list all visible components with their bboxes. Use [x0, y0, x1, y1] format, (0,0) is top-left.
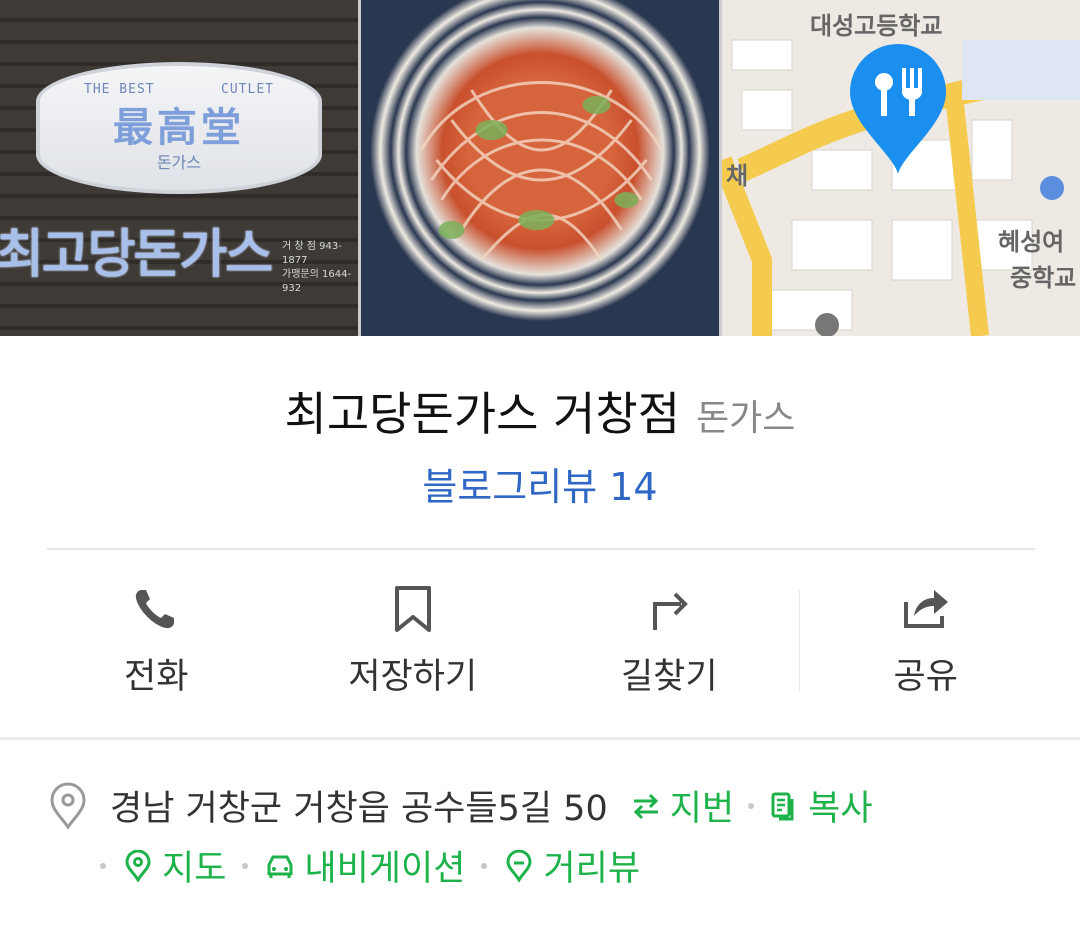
call-button[interactable]: 전화: [28, 582, 285, 702]
noodle-illustration: [420, 81, 663, 261]
place-title-row: 최고당돈가스 거창점 돈가스: [0, 378, 1080, 444]
map-label-school2a: 혜성여: [998, 228, 1065, 256]
streetview-icon: [506, 849, 532, 882]
food-photo[interactable]: [361, 0, 719, 336]
restaurant-pin-icon[interactable]: [848, 44, 948, 176]
streetview-label: 거리뷰: [543, 849, 641, 889]
map-label-partial: 채: [726, 162, 749, 190]
sign-phone-text: 거 창 점 943-1877 가맹문의 1644-932: [282, 240, 358, 296]
copy-label: 복사: [808, 789, 873, 829]
phone-icon: [136, 590, 175, 629]
address-row: 경남 거창군 거창읍 공수들5길 50 지번 복사: [48, 780, 873, 831]
address-links-row: 지도 내비게이션 거리뷰: [100, 840, 640, 891]
copy-icon: [771, 792, 794, 820]
sign-name-text: 최고당돈가스: [0, 225, 273, 285]
sign-sub-text: 돈가스: [156, 153, 202, 172]
directions-label: 길찾기: [620, 657, 718, 697]
share-button[interactable]: 공유: [798, 582, 1055, 702]
map-button[interactable]: 지도: [122, 840, 226, 891]
jibun-button[interactable]: 지번: [630, 780, 734, 831]
store-photo[interactable]: THE BEST CUTLET 最高堂 돈가스 최고당돈가스 거 창 점 943…: [0, 0, 358, 336]
separator-dot: [481, 862, 488, 869]
section-divider: [0, 737, 1080, 740]
separator-dot: [100, 862, 106, 869]
store-sign-board: THE BEST CUTLET 最高堂 돈가스: [36, 62, 322, 194]
save-label: 저장하기: [348, 657, 478, 697]
jibun-label: 지번: [669, 789, 735, 829]
blog-review-link[interactable]: 블로그리뷰 14: [0, 456, 1080, 511]
car-icon: [267, 855, 293, 878]
share-icon: [903, 590, 948, 628]
call-label: 전화: [124, 657, 189, 697]
map-label-school2b: 중학교: [1010, 264, 1077, 292]
action-separator: [799, 590, 800, 692]
separator-dot: [242, 862, 249, 869]
swap-icon: [633, 793, 658, 819]
place-category: 돈가스: [696, 398, 796, 439]
sign-phone-line2: 가맹문의 1644-932: [282, 269, 352, 294]
save-button[interactable]: 저장하기: [285, 582, 542, 702]
directions-icon: [653, 592, 689, 630]
sign-main-text: 最高堂: [113, 104, 245, 151]
place-name: 최고당돈가스 거창점: [284, 387, 681, 441]
navigation-label: 내비게이션: [304, 849, 466, 889]
bookmark-icon: [394, 586, 431, 632]
map-pin-icon: [125, 849, 151, 882]
action-bar: 전화 저장하기 길찾기 공유: [28, 582, 1054, 702]
copy-button[interactable]: 복사: [768, 780, 873, 831]
map-label-school1: 대성고등학교: [810, 12, 943, 40]
directions-button[interactable]: 길찾기: [541, 582, 798, 702]
sign-phone-line1: 거 창 점 943-1877: [282, 241, 342, 266]
navigation-button[interactable]: 내비게이션: [264, 840, 465, 891]
map-label: 지도: [162, 849, 227, 889]
address-text: 경남 거창군 거창읍 공수들5길 50: [110, 789, 608, 829]
location-pin-icon: [50, 782, 86, 830]
divider: [47, 548, 1035, 550]
share-label: 공유: [893, 657, 958, 697]
streetview-button[interactable]: 거리뷰: [503, 840, 640, 891]
separator-dot: [748, 802, 755, 809]
